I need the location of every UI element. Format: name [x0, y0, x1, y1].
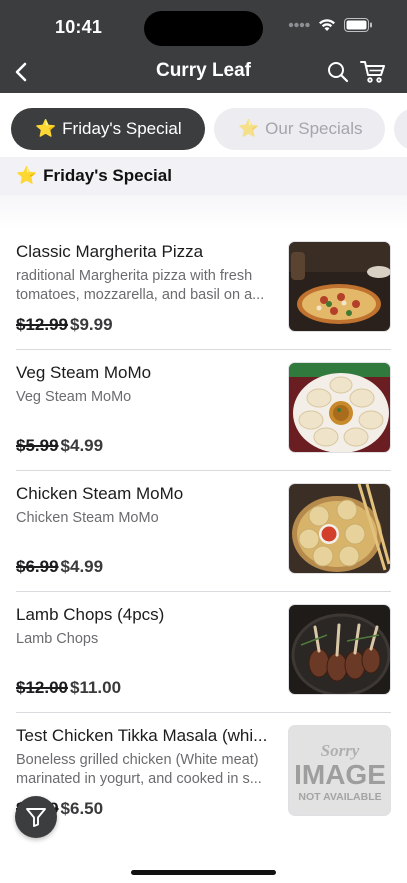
cart-icon	[360, 61, 385, 83]
tab-next-partial[interactable]	[394, 108, 407, 150]
lamb-chops-photo	[289, 605, 390, 694]
menu-item[interactable]: Veg Steam MoMo Veg Steam MoMo $5.99 $4.9…	[16, 350, 391, 471]
star-icon: ⭐	[35, 119, 57, 138]
tab-label: Our Specials	[265, 119, 363, 138]
item-name: Lamb Chops (4pcs)	[16, 605, 165, 624]
search-button[interactable]	[325, 58, 351, 86]
item-price: $4.99	[60, 436, 104, 455]
search-icon	[328, 62, 349, 83]
menu-item[interactable]: Lamb Chops (4pcs) Lamb Chops $12.00 $11.…	[16, 592, 391, 713]
filter-icon	[26, 808, 46, 827]
item-name: Classic Margherita Pizza	[16, 242, 204, 261]
chicken-momo-photo	[289, 484, 390, 573]
item-image-pizza	[288, 241, 391, 332]
status-bar: 10:41	[0, 0, 407, 52]
tab-fridays-special[interactable]: ⭐ Friday's Special	[11, 108, 205, 150]
section-header-shadow	[0, 195, 407, 229]
item-description: raditional Margherita pizza with fresh t…	[16, 268, 265, 303]
section-header: ⭐ Friday's Special	[0, 157, 407, 195]
item-image-lamb-chops	[288, 604, 391, 695]
item-old-price: $12.99	[16, 315, 68, 334]
item-description: Veg Steam MoMo	[16, 389, 132, 405]
section-title: Friday's Special	[43, 166, 172, 185]
category-tabs: ⭐ Friday's Special ⭐ Our Specials	[0, 93, 407, 157]
item-image-placeholder: Sorry IMAGE NOT AVAILABLE	[288, 725, 391, 816]
placeholder-image: IMAGE	[294, 759, 386, 790]
menu-item[interactable]: Chicken Steam MoMo Chicken Steam MoMo $6…	[16, 471, 391, 592]
item-description: Lamb Chops	[16, 631, 99, 647]
item-price: $9.99	[70, 315, 113, 334]
item-description: Chicken Steam MoMo	[16, 510, 159, 526]
placeholder-not-available: NOT AVAILABLE	[298, 791, 381, 803]
status-icons	[288, 18, 373, 32]
item-price-row: $12.99 $9.99	[16, 315, 113, 335]
item-old-price: $6.99	[16, 557, 59, 576]
item-price-row: $5.99 $4.99	[16, 436, 103, 456]
item-name: Veg Steam MoMo	[16, 363, 152, 382]
veg-momo-photo	[289, 363, 390, 452]
item-price-row: $6.99 $4.99	[16, 557, 103, 577]
item-price: $6.50	[60, 799, 104, 818]
filter-button[interactable]	[15, 796, 57, 838]
menu-item-list: Classic Margherita Pizza raditional Marg…	[0, 229, 407, 834]
item-price-row: $12.00 $11.00	[16, 678, 121, 698]
item-name: Chicken Steam MoMo	[16, 484, 184, 503]
item-image-veg-momo	[288, 362, 391, 453]
home-indicator	[131, 870, 276, 875]
pizza-photo	[289, 242, 390, 331]
item-description: Boneless grilled chicken (White meat) ma…	[16, 752, 262, 787]
placeholder-sorry: Sorry	[321, 741, 360, 760]
dynamic-island	[144, 11, 263, 46]
navigation-bar: Curry Leaf	[0, 52, 407, 93]
star-icon: ⭐	[16, 166, 38, 185]
item-price: $11.00	[70, 678, 122, 697]
cart-button[interactable]	[359, 58, 387, 86]
item-name: Test Chicken Tikka Masala (whi...	[16, 726, 268, 745]
tab-our-specials[interactable]: ⭐ Our Specials	[214, 108, 385, 150]
cellular-signal-icon	[288, 22, 310, 28]
menu-item[interactable]: Test Chicken Tikka Masala (whi... Bonele…	[16, 713, 391, 834]
star-icon: ⭐	[238, 119, 260, 138]
wifi-icon	[319, 19, 335, 31]
image-not-available-placeholder: Sorry IMAGE NOT AVAILABLE	[289, 726, 390, 815]
tab-label: Friday's Special	[62, 119, 182, 138]
item-image-chicken-momo	[288, 483, 391, 574]
item-old-price: $12.00	[16, 678, 68, 697]
battery-icon	[344, 18, 372, 32]
item-price: $4.99	[60, 557, 104, 576]
status-time: 10:41	[55, 17, 103, 37]
item-old-price: $5.99	[16, 436, 59, 455]
menu-item[interactable]: Classic Margherita Pizza raditional Marg…	[16, 229, 391, 350]
